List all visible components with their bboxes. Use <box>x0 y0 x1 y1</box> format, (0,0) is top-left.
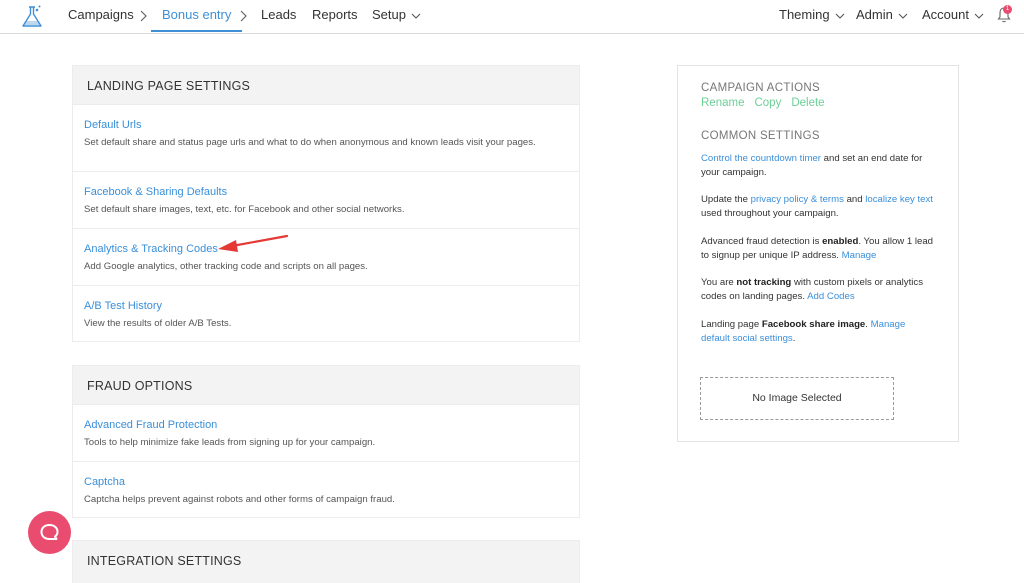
fraud-pre-text: Advanced fraud detection is <box>701 236 823 247</box>
item-description: Captcha helps prevent against robots and… <box>84 494 395 505</box>
analytics-tracking-codes-link[interactable]: Analytics & Tracking Codes <box>84 243 568 255</box>
fraud-detection-setting: Advanced fraud detection is enabled. You… <box>701 235 936 263</box>
item-description: Add Google analytics, other tracking cod… <box>84 261 368 272</box>
ab-test-history-link[interactable]: A/B Test History <box>84 300 568 312</box>
breadcrumb-chevron-icon <box>140 10 147 22</box>
tracking-status: not tracking <box>736 277 792 288</box>
delete-action[interactable]: Delete <box>791 97 824 109</box>
nav-setup-dropdown[interactable]: Setup <box>372 0 421 32</box>
notification-badge: 1 <box>1003 5 1012 14</box>
default-urls-link[interactable]: Default Urls <box>84 119 568 131</box>
chat-launcher-button[interactable] <box>28 511 71 554</box>
nav-account-label: Account <box>922 7 969 22</box>
share-image-placeholder[interactable]: No Image Selected <box>700 377 894 420</box>
chat-bubble-icon <box>40 524 59 540</box>
campaign-actions: Rename Copy Delete <box>701 97 835 109</box>
nav-admin-label: Admin <box>856 7 893 22</box>
list-item-facebook-sharing: Facebook & Sharing Defaults Set default … <box>73 171 579 228</box>
advanced-fraud-protection-link[interactable]: Advanced Fraud Protection <box>84 419 568 431</box>
chevron-down-icon <box>411 13 421 19</box>
fraud-options-section: FRAUD OPTIONS Advanced Fraud Protection … <box>72 365 580 518</box>
flask-logo-icon[interactable] <box>20 4 44 30</box>
copy-action[interactable]: Copy <box>754 97 781 109</box>
section-heading: INTEGRATION SETTINGS <box>73 541 579 583</box>
list-item-default-urls: Default Urls Set default share and statu… <box>73 104 579 171</box>
tracking-pre-text: You are <box>701 277 737 288</box>
item-description: Tools to help minimize fake leads from s… <box>84 437 376 448</box>
nav-setup-label: Setup <box>372 7 406 22</box>
countdown-timer-link[interactable]: Control the countdown timer <box>701 153 821 164</box>
list-item-analytics-tracking: Analytics & Tracking Codes Add Google an… <box>73 228 579 285</box>
privacy-policy-link[interactable]: privacy policy & terms <box>751 194 844 205</box>
campaign-sidebar-panel: CAMPAIGN ACTIONS Rename Copy Delete COMMON… <box>677 65 959 442</box>
nav-leads[interactable]: Leads <box>261 0 296 32</box>
facebook-sharing-defaults-link[interactable]: Facebook & Sharing Defaults <box>84 186 568 198</box>
integration-settings-section: INTEGRATION SETTINGS <box>72 540 580 583</box>
chevron-down-icon <box>835 13 844 19</box>
chevron-down-icon <box>974 13 984 19</box>
manage-fraud-link[interactable]: Manage <box>842 250 877 261</box>
share-image-label: Facebook share image <box>761 319 866 330</box>
nav-campaigns[interactable]: Campaigns <box>68 0 134 32</box>
localize-key-text-link[interactable]: localize key text <box>865 194 933 205</box>
nav-bonus-entry[interactable]: Bonus entry <box>151 0 243 32</box>
captcha-link[interactable]: Captcha <box>84 476 568 488</box>
privacy-pre-text: Update the <box>701 194 751 205</box>
privacy-and-text: and <box>843 194 866 205</box>
share-image-setting: Landing page Facebook share image. Manag… <box>701 318 936 346</box>
privacy-setting: Update the privacy policy & terms and lo… <box>701 193 936 221</box>
privacy-post-text: used throughout your campaign. <box>701 208 839 219</box>
list-item-advanced-fraud: Advanced Fraud Protection Tools to help … <box>73 404 579 461</box>
item-description: Set default share and status page urls a… <box>84 137 536 148</box>
nav-admin-dropdown[interactable]: Admin <box>856 0 908 32</box>
list-item-captcha: Captcha Captcha helps prevent against ro… <box>73 461 579 518</box>
section-heading: FRAUD OPTIONS <box>73 366 579 404</box>
item-description: View the results of older A/B Tests. <box>84 318 232 329</box>
nav-reports[interactable]: Reports <box>312 0 358 32</box>
section-heading: LANDING PAGE SETTINGS <box>73 66 579 104</box>
nav-account-dropdown[interactable]: Account <box>922 0 984 32</box>
chevron-down-icon <box>898 13 908 19</box>
landing-page-settings-section: LANDING PAGE SETTINGS Default Urls Set d… <box>72 65 580 342</box>
share-end-text: . <box>792 333 796 344</box>
share-pre-text: Landing page <box>701 319 762 330</box>
item-description: Set default share images, text, etc. for… <box>84 204 405 215</box>
top-navigation-bar: Campaigns Bonus entry Leads Reports Setu… <box>0 0 1024 34</box>
nav-theming-label: Theming <box>779 7 830 22</box>
breadcrumb-chevron-icon <box>240 10 247 22</box>
tracking-setting: You are not tracking with custom pixels … <box>701 276 936 304</box>
campaign-actions-heading: CAMPAIGN ACTIONS <box>701 82 820 94</box>
list-item-ab-test-history: A/B Test History View the results of old… <box>73 285 579 342</box>
common-settings-heading: COMMON SETTINGS <box>701 130 820 142</box>
fraud-status: enabled <box>822 236 859 247</box>
add-codes-link[interactable]: Add Codes <box>807 291 854 302</box>
nav-theming-dropdown[interactable]: Theming <box>779 0 845 32</box>
rename-action[interactable]: Rename <box>701 97 744 109</box>
countdown-setting: Control the countdown timer and set an e… <box>701 152 936 180</box>
